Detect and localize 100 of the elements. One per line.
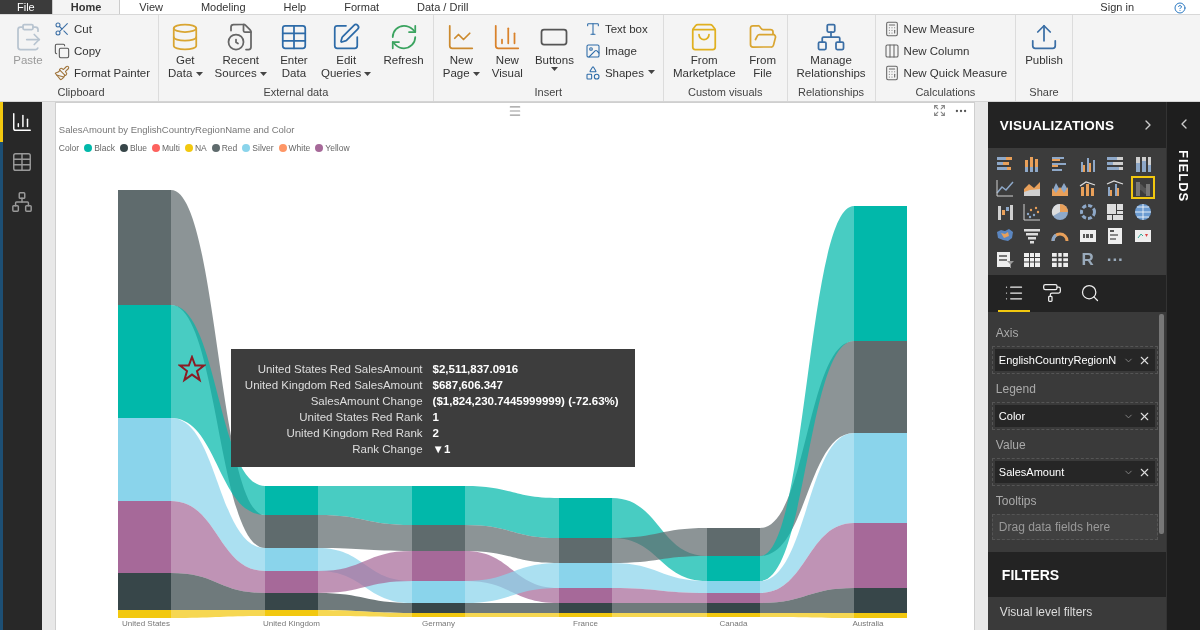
group-label: Calculations [914, 86, 977, 100]
ribbon-button[interactable]: From Marketplace [668, 18, 740, 82]
ribbon-button[interactable]: Text box [581, 18, 658, 39]
menu-tab[interactable]: Home [51, 0, 121, 14]
calculator-icon [883, 64, 900, 81]
ribbon-button[interactable]: Buttons [530, 18, 578, 74]
fields-title[interactable]: FIELDS [1176, 150, 1192, 203]
legend-label: Yellow [325, 142, 350, 153]
paint-roller-icon [1041, 282, 1062, 303]
filters-title: FILTERS [987, 552, 1167, 597]
group-label: Clipboard [56, 86, 106, 100]
ribbon-button[interactable]: Enter Data [274, 18, 313, 82]
tooltip-value: ($1,824,230.7445999999) (-72.63%) [432, 395, 619, 407]
ribbon-button[interactable]: Refresh [379, 18, 428, 69]
field-chip[interactable]: EnglishCountryRegionN [994, 349, 1156, 371]
image-icon [584, 42, 601, 59]
line-clustered-column-chart-icon [1105, 177, 1126, 198]
grip-icon[interactable] [507, 104, 522, 118]
legend-title: Color [58, 142, 80, 153]
data-grid-icon [11, 151, 34, 173]
tooltip-label: United Kingdom Red Rank [285, 427, 423, 439]
menu-tab[interactable]: File [0, 0, 52, 14]
axis-label: Germany [421, 619, 455, 628]
drop-field[interactable]: Drag data fields here [991, 514, 1159, 540]
filter-section-label: Visual level filters [998, 604, 1094, 621]
tooltip-value: $687,606.347 [432, 379, 504, 391]
tooltip-label: United States Red Rank [298, 411, 423, 423]
ribbon-button[interactable]: New Column [880, 40, 1011, 61]
legend-label: Red [221, 142, 238, 153]
legend-label: Blue [129, 142, 147, 153]
ribbon-segment [264, 571, 318, 593]
ribbon-button[interactable]: New Measure [880, 18, 1011, 39]
ribbon-button[interactable]: Cut [51, 18, 154, 39]
axis-label: United Kingdom [262, 619, 320, 628]
ribbon-button[interactable]: Image [581, 40, 658, 61]
group-label: Relationships [797, 86, 866, 100]
visual-type-button[interactable]: ··· [1103, 248, 1128, 271]
help-icon[interactable] [1174, 2, 1186, 14]
report-icon [11, 111, 34, 133]
legend-label: Silver [252, 142, 274, 153]
well-label: Axis [994, 325, 1020, 342]
field-chip[interactable]: Color [994, 405, 1156, 427]
ribbon-button[interactable]: Format Painter [51, 62, 154, 83]
text-box-icon [584, 20, 601, 37]
donut-chart-icon [1077, 201, 1098, 222]
ribbon-button[interactable]: Recent Sources [210, 18, 271, 82]
scrollbar[interactable] [1159, 314, 1165, 534]
group-label: Insert [533, 86, 564, 100]
ribbon-segment [264, 486, 318, 515]
sign-in-link[interactable]: Sign in [1100, 0, 1174, 14]
ribbon-button[interactable]: Get Data [164, 18, 207, 82]
shapes-icon [584, 64, 601, 81]
star-icon [177, 355, 206, 383]
relationships-icon [11, 191, 34, 213]
ribbon-button[interactable]: From File [743, 18, 782, 82]
visual-title: SalesAmount by EnglishCountryRegionName and Color [57, 123, 296, 136]
ribbon-button[interactable]: Shapes [581, 62, 658, 83]
tooltip-value: $2,511,837.0916 [432, 363, 520, 375]
tooltip-label: Rank Change [351, 443, 423, 455]
paintbrush-icon [54, 64, 70, 81]
well-label: Tooltips [994, 493, 1038, 510]
well-label: Value [994, 437, 1027, 454]
scatter-chart-icon [1022, 201, 1043, 222]
visual-type-button[interactable]: R [1075, 248, 1100, 271]
ribbon-button[interactable]: Manage Relationships [792, 18, 870, 82]
axis-label: France [572, 619, 598, 628]
ribbon-button[interactable]: New Page [438, 18, 484, 82]
well-label: Legend [994, 381, 1037, 398]
ribbon-button[interactable]: New Quick Measure [880, 62, 1011, 83]
table-pencil-icon [331, 22, 362, 52]
field-chip[interactable]: SalesAmount [994, 461, 1156, 483]
axis-label: Australia [852, 619, 884, 628]
axis-label: United States [121, 619, 170, 628]
visual-type-button[interactable] [1130, 176, 1155, 199]
group-label: Custom visuals [686, 86, 764, 100]
group-label: Share [1028, 86, 1060, 100]
axis-label: Canada [719, 619, 748, 628]
ribbon-button[interactable]: New Visual [487, 18, 527, 82]
treemap-icon [1105, 201, 1126, 222]
table-column-icon [883, 42, 900, 59]
tooltip-label: United Kingdom Red SalesAmount [244, 379, 423, 391]
tooltip-value: 2 [432, 427, 440, 439]
relationships-icon [816, 22, 847, 52]
tooltip-value: ▼1 [432, 443, 452, 455]
focus-mode-icon[interactable] [932, 104, 946, 117]
legend-label: Multi [161, 142, 180, 153]
pane-title: VISUALIZATIONS [999, 117, 1115, 133]
ribbon-button[interactable]: Edit Queries [316, 18, 376, 82]
legend-label: White [288, 142, 311, 153]
magnifier-icon [1079, 282, 1100, 303]
scissors-icon [54, 20, 70, 37]
copy-icon [54, 42, 70, 59]
ribbon-segment [706, 593, 760, 603]
legend-label: NA [194, 142, 207, 153]
tooltip-value: 1 [432, 411, 440, 423]
ribbon-button[interactable]: Publish [1021, 18, 1067, 69]
slicer-icon [994, 249, 1015, 270]
ribbon-button[interactable]: Copy [51, 40, 154, 61]
tooltip-label: United States Red SalesAmount [256, 363, 423, 375]
publish-icon [1029, 22, 1059, 52]
